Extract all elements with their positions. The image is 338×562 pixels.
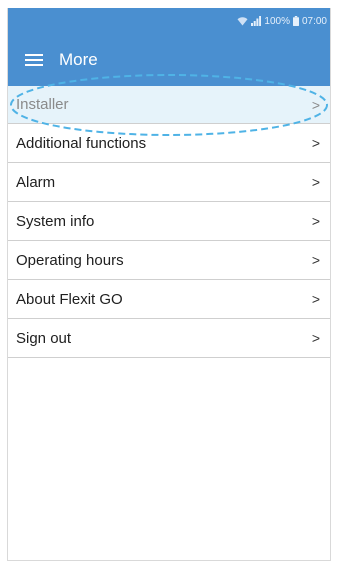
menu-item-additional-functions[interactable]: Additional functions > [8, 124, 330, 163]
app-bar: 100% 07:00 More [8, 8, 330, 86]
chevron-right-icon: > [311, 252, 320, 268]
menu-item-label: System info [16, 212, 95, 230]
phone-screen: 100% 07:00 More Installer > Additional f… [7, 8, 331, 561]
chevron-right-icon: > [311, 135, 320, 151]
menu-item-sign-out[interactable]: Sign out > [8, 319, 330, 358]
chevron-right-icon: > [311, 330, 320, 346]
menu-item-installer[interactable]: Installer > [8, 86, 330, 124]
menu-item-label: Additional functions [16, 134, 147, 152]
menu-item-label: Alarm [16, 173, 56, 191]
hamburger-menu-icon[interactable] [12, 42, 56, 78]
clock: 07:00 [301, 15, 327, 27]
menu-item-label: Sign out [16, 329, 72, 347]
chevron-right-icon: > [311, 213, 320, 229]
chevron-right-icon: > [311, 291, 320, 307]
menu-item-operating-hours[interactable]: Operating hours > [8, 241, 330, 280]
battery-percent: 100% [264, 15, 290, 27]
menu-item-alarm[interactable]: Alarm > [8, 163, 330, 202]
status-bar: 100% 07:00 [237, 13, 327, 29]
battery-icon [292, 16, 299, 26]
toolbar: More [8, 42, 98, 78]
menu-item-system-info[interactable]: System info > [8, 202, 330, 241]
menu-item-about-flexit-go[interactable]: About Flexit GO > [8, 280, 330, 319]
menu-item-label: Installer [16, 96, 69, 113]
wifi-icon [237, 16, 248, 26]
page-title: More [59, 50, 98, 69]
chevron-right-icon: > [311, 174, 320, 190]
chevron-right-icon: > [311, 96, 320, 113]
more-menu-list: Installer > Additional functions > Alarm… [8, 86, 330, 358]
menu-item-label: About Flexit GO [16, 290, 123, 308]
menu-item-label: Operating hours [16, 251, 124, 269]
signal-icon [251, 16, 262, 26]
